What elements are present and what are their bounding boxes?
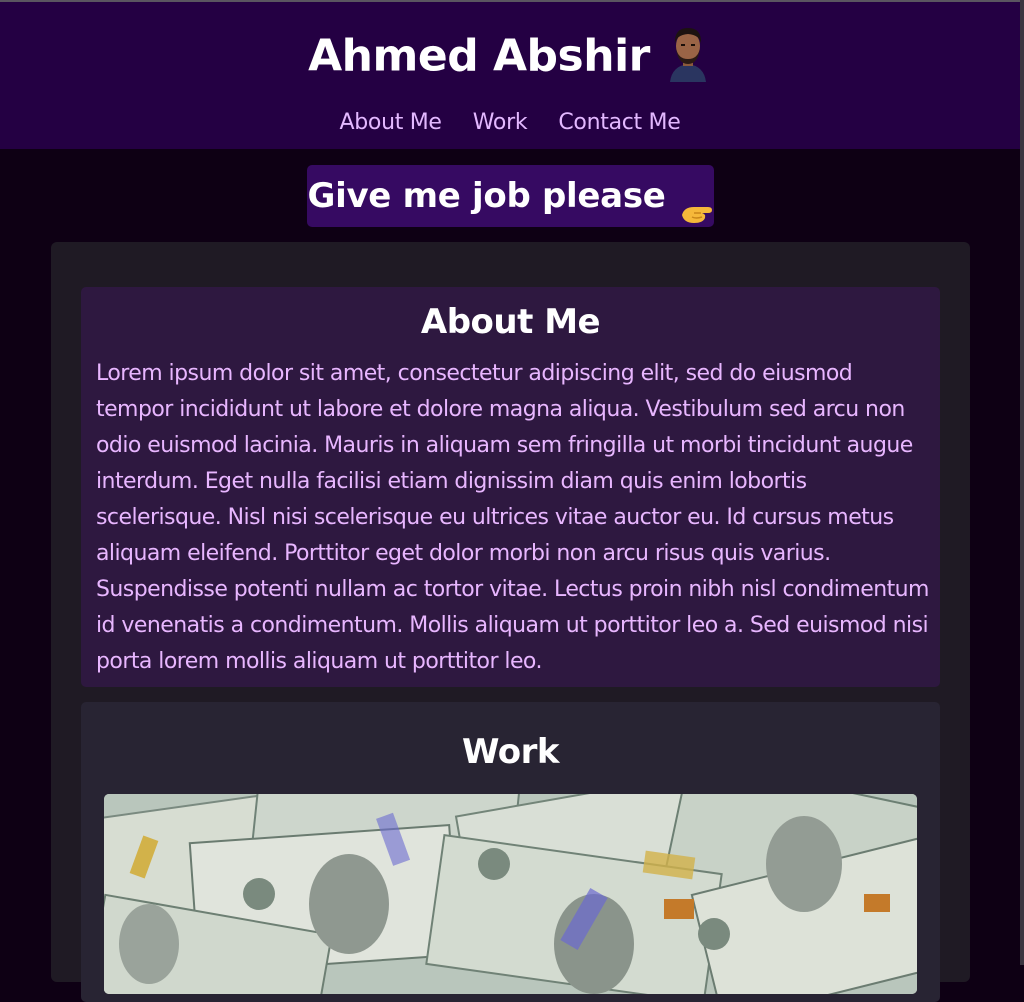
about-me-heading: About Me	[420, 302, 601, 342]
handshake-hand-icon	[680, 183, 714, 223]
about-me-section: About Me Lorem ipsum dolor sit amet, con…	[81, 287, 940, 687]
money-photo	[104, 794, 917, 994]
avatar	[663, 26, 712, 82]
title-row: Ahmed Abshir	[0, 26, 1020, 84]
site-header: Ahmed Abshir About Me Work Contact Me	[0, 2, 1020, 149]
give-me-job-button[interactable]: Give me job please	[307, 165, 714, 227]
nav-about-me-link[interactable]: About Me	[340, 110, 442, 135]
main-nav: About Me Work Contact Me	[0, 110, 1020, 135]
about-me-text: Lorem ipsum dolor sit amet, consectetur …	[96, 361, 929, 674]
site-title: Ahmed Abshir	[308, 30, 650, 82]
scrollbar[interactable]	[1020, 0, 1024, 965]
nav-work-link[interactable]: Work	[473, 110, 528, 135]
work-heading: Work	[461, 732, 560, 772]
nav-contact-me-link[interactable]: Contact Me	[558, 110, 680, 135]
work-section: Work	[81, 702, 940, 1002]
cta-label: Give me job please	[307, 176, 666, 216]
